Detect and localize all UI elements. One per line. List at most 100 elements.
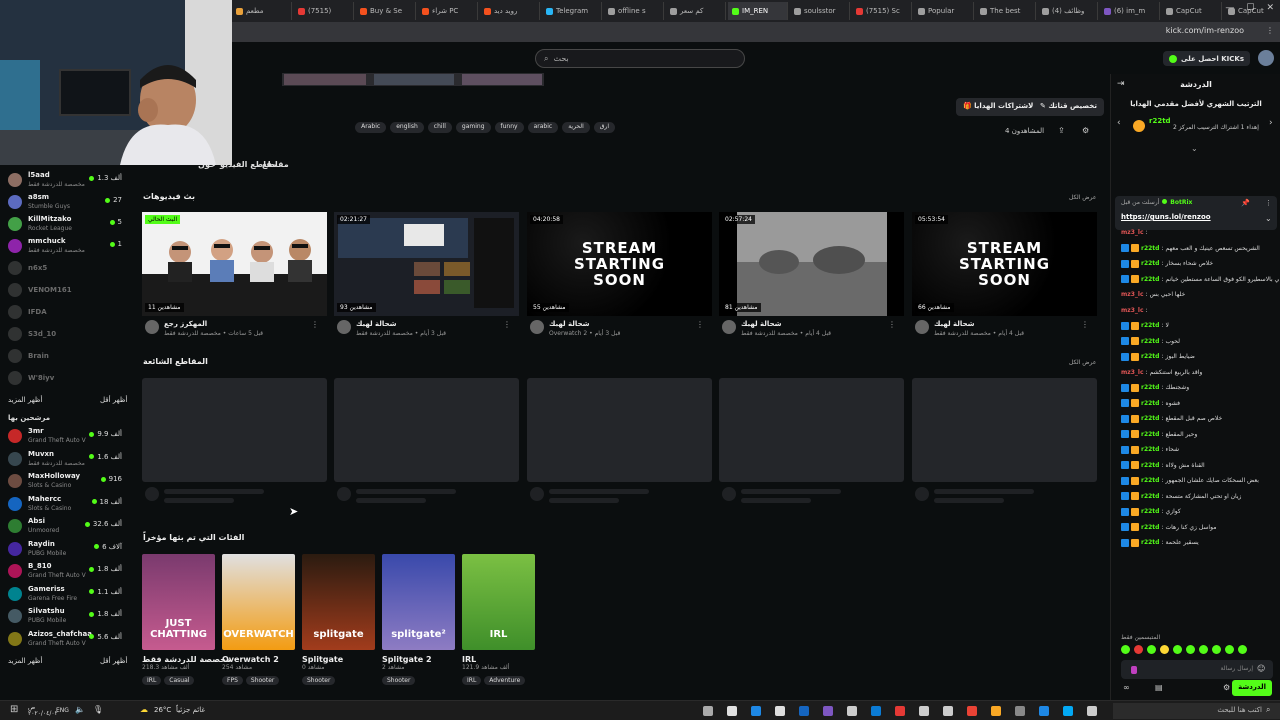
chat-username[interactable]: r22td xyxy=(1141,508,1159,515)
chat-input[interactable]: إرسال رسالة xyxy=(1121,660,1273,679)
browser-tab[interactable]: شراء PC xyxy=(418,2,478,20)
sidebar-channel[interactable]: VENOM161 xyxy=(6,280,122,302)
start-icon[interactable]: ⊞ xyxy=(10,704,18,715)
emote-icon[interactable] xyxy=(1186,645,1195,654)
channel-tag[interactable]: ارق xyxy=(593,122,615,133)
browser-tab[interactable]: (6) im_m xyxy=(1100,2,1160,20)
emoji-icon[interactable]: ☺ xyxy=(1257,664,1265,673)
emote-icon[interactable] xyxy=(1225,645,1234,654)
category-tag[interactable]: IRL xyxy=(462,676,482,685)
chat-username[interactable]: mz3_lc xyxy=(1121,369,1144,376)
channel-tag[interactable]: english xyxy=(390,122,424,133)
emote-icon[interactable] xyxy=(1121,645,1130,654)
video-menu-icon[interactable]: ⋮ xyxy=(888,320,896,329)
browser-tab[interactable]: Popular xyxy=(914,2,974,20)
video-thumbnail[interactable]: 02:21:27 93 مشاهدين xyxy=(334,212,519,316)
channel-avatar[interactable] xyxy=(530,320,544,334)
channel-tag[interactable]: funny xyxy=(494,122,524,133)
leader-name[interactable]: r22td xyxy=(1149,117,1171,125)
browser-tab[interactable]: (7515) xyxy=(294,2,354,20)
sidebar-channel[interactable]: KillMitzako Rocket League 5 xyxy=(6,214,122,236)
channel-avatar[interactable] xyxy=(915,320,929,334)
share-icon[interactable]: ⇪ xyxy=(1058,126,1065,135)
category-name[interactable]: Overwatch 2 xyxy=(222,655,295,664)
video-thumbnail[interactable]: STREAM STARTING SOON 05:53:54 66 مشاهدين xyxy=(912,212,1097,316)
browser-tab[interactable]: (7515) Sc xyxy=(852,2,912,20)
taskbar-search[interactable]: اكتب هنا للبحث xyxy=(1113,703,1280,719)
sidebar-channel[interactable]: S3d_10 xyxy=(6,324,122,346)
taskbar-app-icon[interactable] xyxy=(919,706,929,716)
expand-pinned-icon[interactable]: ⌄ xyxy=(1265,214,1272,223)
channel-avatar[interactable] xyxy=(722,320,736,334)
taskbar-app-icon[interactable] xyxy=(967,706,977,716)
category-name[interactable]: Splitgate xyxy=(302,655,375,664)
kick-points-icon[interactable]: ∞ xyxy=(1123,683,1130,692)
show-less-link[interactable]: أظهر أقل xyxy=(100,657,127,665)
channel-avatar[interactable] xyxy=(337,320,351,334)
browser-tab[interactable]: The best xyxy=(976,2,1036,20)
gift-subs-button[interactable]: 🎁 الاشتراكات الهدايا xyxy=(956,98,1043,116)
sidebar-channel[interactable]: Mahercc Slots & Casino 18 ألف xyxy=(6,494,122,516)
video-title[interactable]: شحالة لهبك xyxy=(356,320,397,328)
browser-tab[interactable]: CapCut xyxy=(1162,2,1222,20)
category-art[interactable]: splitgate xyxy=(302,554,375,650)
channel-tag[interactable]: الحرية xyxy=(562,122,590,133)
taskbar-app-icon[interactable] xyxy=(943,706,953,716)
video-card[interactable]: البث الحالي 11 مشاهدين المهكرز رجع قبل 5 سا… xyxy=(142,212,327,337)
sidebar-channel[interactable]: MaxHolloway Slots & Casino 916 xyxy=(6,471,122,493)
search-input[interactable]: ⌕ بحث xyxy=(535,49,745,68)
category-card[interactable]: IRL IRL 121.9 ألف مشاهد IRL Adventure xyxy=(462,554,535,685)
category-card[interactable]: splitgate Splitgate 0 مشاهد Shooter xyxy=(302,554,375,685)
chat-username[interactable]: mz3_lc xyxy=(1121,307,1144,314)
category-art[interactable]: splitgate² xyxy=(382,554,455,650)
browser-tab[interactable]: كم سعر xyxy=(666,2,726,20)
video-thumbnail[interactable]: STREAM STARTING SOON 04:20:58 55 مشاهدين xyxy=(527,212,712,316)
category-tag[interactable]: Shooter xyxy=(302,676,336,685)
category-name[interactable]: مخصصة للدردشة فقط xyxy=(142,655,231,664)
chat-username[interactable]: r22td xyxy=(1141,539,1159,546)
emote-icon[interactable] xyxy=(1147,645,1156,654)
video-card[interactable]: STREAM STARTING SOON 05:53:54 66 مشاهدين شحال… xyxy=(912,212,1097,337)
clips-view-all-link[interactable]: عرض الكل xyxy=(1069,359,1096,366)
video-menu-icon[interactable]: ⋮ xyxy=(311,320,319,329)
category-name[interactable]: Splitgate 2 xyxy=(382,655,455,664)
sidebar-channel[interactable]: Brain xyxy=(6,346,122,368)
chat-username[interactable]: r22td xyxy=(1141,446,1159,453)
browser-menu-icon[interactable]: ⋮ xyxy=(1266,26,1274,35)
language-indicator[interactable]: ENG xyxy=(56,707,69,714)
video-thumbnail[interactable]: 02:57:24 81 مشاهدين xyxy=(719,212,904,316)
emote-icon[interactable] xyxy=(1134,645,1143,654)
video-menu-icon[interactable]: ⋮ xyxy=(1081,320,1089,329)
chat-settings-icon[interactable]: ⚙ xyxy=(1082,126,1089,135)
sidebar-channel[interactable]: Silvatshu PUBG Mobile 1.8 ألف xyxy=(6,606,122,628)
category-name[interactable]: IRL xyxy=(462,655,535,664)
speaker-icon[interactable]: 🔈 xyxy=(75,705,85,714)
customize-channel-button[interactable]: ✎ تخصيص قناتك xyxy=(1033,98,1104,116)
channel-tag[interactable]: arabic xyxy=(527,122,559,133)
taskbar-app-icon[interactable] xyxy=(1039,706,1049,716)
category-art[interactable]: OVERWATCH xyxy=(222,554,295,650)
weather-temp[interactable]: 26°C xyxy=(154,706,171,714)
category-art[interactable]: JUST CHATTING xyxy=(142,554,215,650)
sidebar-channel[interactable]: Gameriss Garena Free Fire 1.1 ألف xyxy=(6,584,122,606)
videos-view-all-link[interactable]: عرض الكل xyxy=(1069,194,1096,201)
category-card[interactable]: OVERWATCH Overwatch 2 254 مشاهد FPS Shooter xyxy=(222,554,295,685)
video-menu-icon[interactable]: ⋮ xyxy=(503,320,511,329)
chat-username[interactable]: r22td xyxy=(1141,415,1159,422)
sidebar-channel[interactable]: Raydin PUBG Mobile 6 آلاف xyxy=(6,539,122,561)
chat-username[interactable]: r22td xyxy=(1141,400,1159,407)
chevron-left-icon[interactable]: ‹ xyxy=(1117,118,1121,128)
browser-tab[interactable]: (4) وظائف xyxy=(1038,2,1098,20)
browser-tab[interactable]: رويد ديد xyxy=(480,2,540,20)
video-title[interactable]: شحالة لهبك xyxy=(741,320,782,328)
browser-tab[interactable]: مطعم xyxy=(232,2,292,20)
browser-tab[interactable]: offline s xyxy=(604,2,664,20)
category-tag[interactable]: FPS xyxy=(222,676,243,685)
chat-mode-icon[interactable]: ▤ xyxy=(1155,683,1163,692)
category-tag[interactable]: IRL xyxy=(142,676,162,685)
category-tag[interactable]: Shooter xyxy=(382,676,416,685)
browser-tab[interactable]: Telegram xyxy=(542,2,602,20)
taskbar-app-icon[interactable] xyxy=(847,706,857,716)
pinned-menu-icon[interactable]: ⋮ xyxy=(1265,199,1272,207)
chat-username[interactable]: mz3_lc xyxy=(1121,229,1144,236)
